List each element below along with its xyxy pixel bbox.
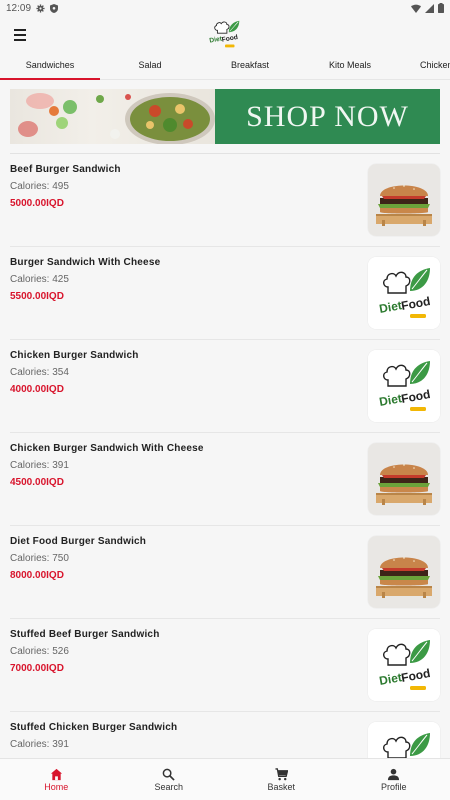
product-item[interactable]: Diet Food Burger Sandwich Calories: 750 … (10, 526, 440, 619)
diet-food-logo: Diet Food (368, 629, 440, 701)
product-item[interactable]: Beef Burger Sandwich Calories: 495 5000.… (10, 154, 440, 247)
product-calories: Calories: 526 (10, 646, 69, 657)
product-calories: Calories: 495 (10, 181, 69, 192)
diet-food-logo: Diet Food (368, 350, 440, 422)
product-calories: Calories: 425 (10, 274, 69, 285)
product-image[interactable]: Diet Food (368, 257, 440, 329)
battery-icon (438, 3, 444, 13)
tab-breakfast[interactable]: Breakfast (200, 56, 300, 79)
settings-icon (36, 3, 45, 13)
banner-shop-now: SHOP NOW (215, 89, 440, 144)
diet-food-logo: Diet Food (368, 722, 440, 758)
banner-food-image (10, 89, 215, 144)
product-name: Chicken Burger Sandwich (10, 350, 139, 361)
product-image[interactable] (368, 164, 440, 236)
svg-text:Food: Food (221, 34, 238, 44)
nav-home[interactable]: Home (0, 759, 113, 800)
nav-home-label: Home (44, 781, 69, 792)
product-list: Beef Burger Sandwich Calories: 495 5000.… (0, 154, 450, 758)
product-price: 5000.00IQD (10, 198, 64, 209)
product-image[interactable]: Diet Food (368, 722, 440, 758)
product-image[interactable]: Diet Food (368, 350, 440, 422)
nav-profile-label: Profile (380, 781, 407, 792)
wifi-icon (411, 4, 421, 13)
product-item[interactable]: Chicken Burger Sandwich Calories: 354 40… (10, 340, 440, 433)
status-time: 12:09 (6, 2, 32, 14)
app-bar: Diet Food (0, 16, 450, 56)
promo-banner[interactable]: SHOP NOW (10, 89, 440, 144)
nav-profile[interactable]: Profile (338, 759, 450, 800)
search-icon (162, 768, 175, 781)
basket-icon (275, 767, 288, 780)
product-item[interactable]: Burger Sandwich With Cheese Calories: 42… (10, 247, 440, 340)
product-calories: Calories: 354 (10, 367, 69, 378)
product-item[interactable]: Stuffed Beef Burger Sandwich Calories: 5… (10, 619, 440, 712)
profile-icon (388, 768, 400, 780)
salad-bowl-image (18, 93, 215, 144)
home-icon (50, 768, 62, 780)
diet-food-logo: Diet Food (368, 257, 440, 329)
nav-basket[interactable]: Basket (225, 759, 338, 800)
product-price: 5500.00IQD (10, 291, 64, 302)
shield-icon (50, 3, 59, 13)
menu-button[interactable] (12, 27, 28, 43)
product-item[interactable]: Stuffed Chicken Burger Sandwich Calories… (10, 712, 440, 758)
product-price: 4500.00IQD (10, 477, 64, 488)
tab-salad[interactable]: Salad (100, 56, 200, 79)
product-price: 4000.00IQD (10, 384, 64, 395)
bottom-navigation: Home Search Basket Profile (0, 758, 450, 800)
product-image[interactable] (368, 443, 440, 515)
product-calories: Calories: 391 (10, 739, 69, 750)
product-calories: Calories: 750 (10, 553, 69, 564)
tab-kito-meals[interactable]: Kito Meals (300, 56, 400, 79)
product-name: Burger Sandwich With Cheese (10, 257, 161, 268)
product-image[interactable] (368, 536, 440, 608)
burger-image (368, 443, 440, 515)
product-name: Stuffed Beef Burger Sandwich (10, 629, 160, 640)
signal-icon (425, 3, 434, 13)
burger-image (368, 536, 440, 608)
product-name: Diet Food Burger Sandwich (10, 536, 147, 547)
app-root: 12:09 Diet Food Sandwiches Salad Breakfa… (0, 0, 450, 800)
burger-image (368, 164, 440, 236)
product-name: Beef Burger Sandwich (10, 164, 121, 175)
product-name: Stuffed Chicken Burger Sandwich (10, 722, 178, 733)
menu-icon (14, 29, 26, 31)
product-name: Chicken Burger Sandwich With Cheese (10, 443, 204, 454)
nav-basket-label: Basket (267, 781, 295, 792)
nav-search-label: Search (154, 781, 184, 792)
product-calories: Calories: 391 (10, 460, 69, 471)
tab-sandwiches[interactable]: Sandwiches (0, 56, 100, 80)
diet-food-logo: Diet Food (209, 20, 240, 48)
status-bar: 12:09 (0, 0, 450, 16)
product-price: 7000.00IQD (10, 663, 64, 674)
product-price: 8000.00IQD (10, 570, 64, 581)
product-item[interactable]: Chicken Burger Sandwich With Cheese Calo… (10, 433, 440, 526)
category-tabs: Sandwiches Salad Breakfast Kito Meals Ch… (0, 56, 450, 80)
nav-search[interactable]: Search (113, 759, 226, 800)
product-image[interactable]: Diet Food (368, 629, 440, 701)
tab-chicken[interactable]: Chicken (400, 56, 450, 79)
